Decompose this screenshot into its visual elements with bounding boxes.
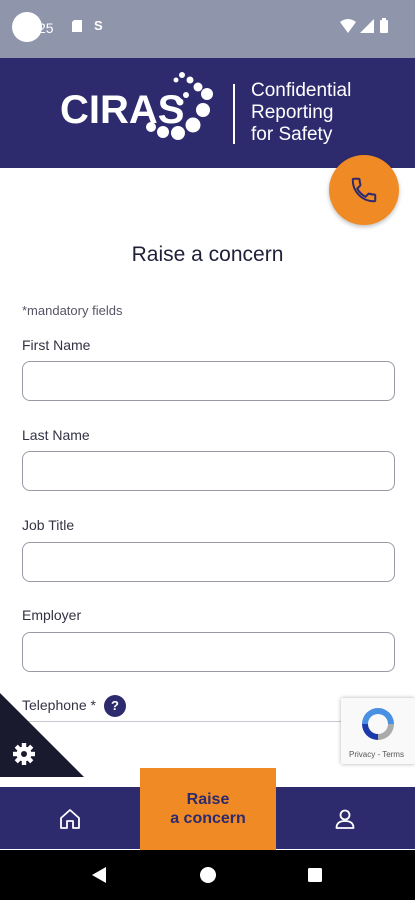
- last-name-label: Last Name: [22, 427, 90, 443]
- recaptcha-icon: [362, 708, 394, 740]
- first-name-field[interactable]: [22, 361, 395, 401]
- tagline-line-3: for Safety: [251, 124, 333, 145]
- tagline-line-2: Reporting: [251, 102, 334, 123]
- ciras-logo-text: CIRAS: [60, 88, 185, 132]
- job-title-field[interactable]: [22, 542, 395, 582]
- nav-profile-button[interactable]: [325, 803, 365, 835]
- logo-divider: [233, 84, 235, 144]
- recaptcha-badge[interactable]: Privacy - Terms: [341, 698, 415, 764]
- job-title-label: Job Title: [22, 517, 75, 533]
- tagline-line-1: Confidential: [251, 80, 352, 101]
- help-icon[interactable]: ?: [104, 695, 126, 717]
- back-icon: [92, 867, 106, 883]
- nav-raise-concern-button[interactable]: Raise a concern: [140, 768, 276, 850]
- last-name-field[interactable]: [22, 451, 395, 491]
- system-navigation-bar: [0, 850, 415, 900]
- settings-button[interactable]: [0, 693, 84, 777]
- mandatory-note: *mandatory fields: [22, 303, 123, 318]
- nav-raise-label-1: Raise: [186, 791, 230, 808]
- home-icon: [60, 809, 80, 829]
- home-circle-icon: [200, 867, 216, 883]
- page-title: Raise a concern: [131, 243, 284, 266]
- employer-label: Employer: [22, 607, 82, 623]
- ciras-logo-dots-icon: [146, 72, 213, 140]
- gear-icon: [13, 743, 35, 765]
- header-tagline: Confidential Reporting for Safety: [251, 80, 351, 146]
- phone-icon: [351, 177, 377, 203]
- recents-icon: [308, 868, 322, 882]
- nav-home-button[interactable]: [50, 803, 90, 835]
- call-button[interactable]: [329, 155, 399, 225]
- employer-field[interactable]: [22, 632, 395, 672]
- nav-raise-label-2: a concern: [170, 810, 246, 827]
- first-name-label: First Name: [22, 337, 91, 353]
- recaptcha-links[interactable]: Privacy - Terms: [349, 750, 404, 759]
- person-icon: [335, 809, 355, 829]
